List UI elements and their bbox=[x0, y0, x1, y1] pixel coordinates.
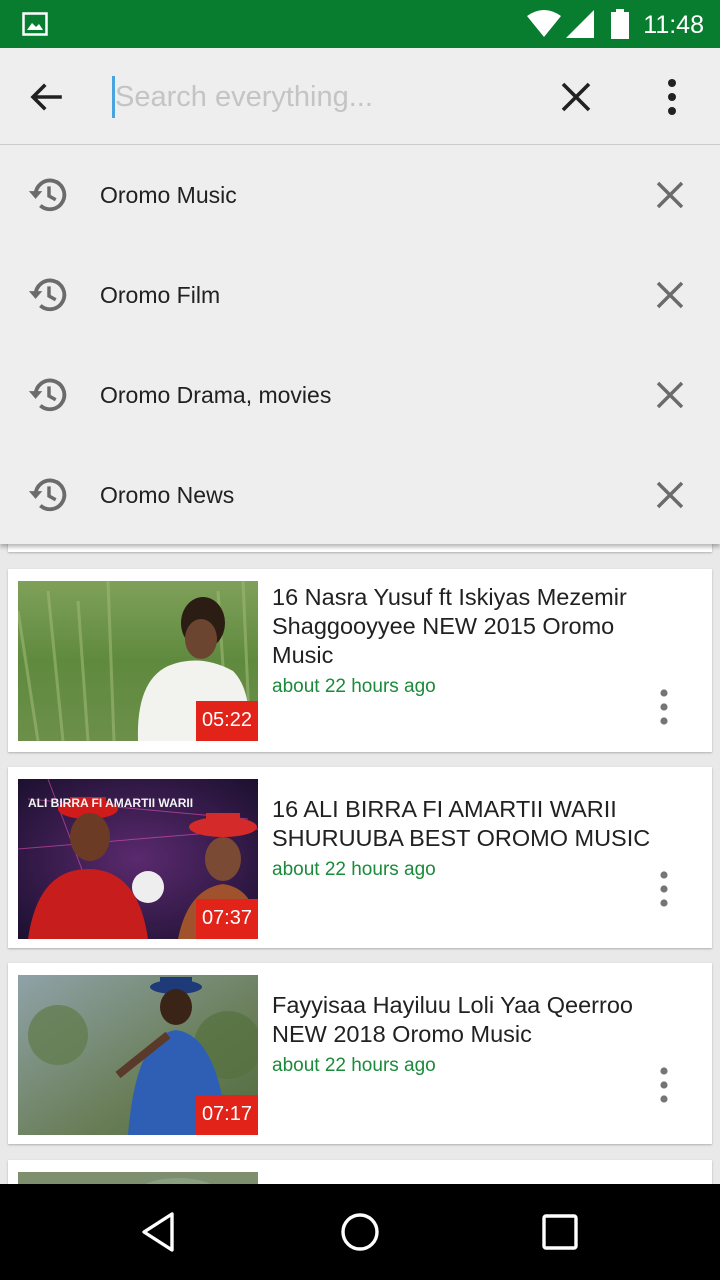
remove-suggestion-icon[interactable] bbox=[646, 471, 694, 519]
video-thumbnail[interactable]: ALI BIRRA FI AMARTII WARII 07:37 bbox=[18, 779, 258, 939]
suggestion-item[interactable]: Oromo News bbox=[0, 445, 720, 545]
suggestion-label: Oromo Film bbox=[100, 282, 221, 308]
history-icon bbox=[28, 278, 67, 312]
video-title[interactable]: Fayyisaa Hayiluu Loli Yaa Qeerroo NEW 20… bbox=[272, 991, 672, 1049]
duration-badge: 07:17 bbox=[195, 1095, 258, 1135]
remove-suggestion-icon[interactable] bbox=[646, 271, 694, 319]
video-title[interactable]: 16 ALI BIRRA FI AMARTII WARII SHURUUBA B… bbox=[272, 795, 672, 853]
more-options-icon[interactable] bbox=[646, 687, 682, 727]
battery-icon bbox=[611, 9, 629, 39]
back-arrow-icon[interactable] bbox=[22, 73, 70, 121]
suggestion-label: Oromo Drama, movies bbox=[100, 382, 332, 408]
suggestion-label: Oromo Music bbox=[100, 182, 237, 208]
video-timestamp: about 22 hours ago bbox=[272, 676, 436, 697]
duration-badge: 07:37 bbox=[195, 899, 258, 939]
overflow-menu-icon[interactable] bbox=[648, 73, 696, 121]
history-icon bbox=[28, 378, 67, 412]
status-clock: 11:48 bbox=[643, 11, 704, 39]
video-card[interactable]: ALI BIRRA FI AMARTII WARII 07:37 16 ALI … bbox=[8, 767, 712, 948]
suggestion-item[interactable]: Oromo Music bbox=[0, 145, 720, 245]
wifi-icon bbox=[527, 10, 561, 37]
thumbnail-caption: ALI BIRRA FI AMARTII WARII bbox=[28, 796, 193, 810]
video-thumbnail[interactable]: 05:22 bbox=[18, 581, 258, 741]
search-toolbar bbox=[0, 48, 720, 145]
remove-suggestion-icon[interactable] bbox=[646, 171, 694, 219]
video-card[interactable]: 05:22 16 Nasra Yusuf ft Iskiyas Mezemir … bbox=[8, 569, 712, 752]
video-timestamp: about 22 hours ago bbox=[272, 1055, 436, 1076]
video-title[interactable]: 16 Nasra Yusuf ft Iskiyas Mezemir Shaggo… bbox=[272, 583, 672, 670]
more-options-icon[interactable] bbox=[646, 869, 682, 909]
nav-home-icon[interactable] bbox=[336, 1208, 384, 1256]
suggestion-item[interactable]: Oromo Film bbox=[0, 245, 720, 345]
clear-search-icon[interactable] bbox=[552, 73, 600, 121]
status-bar: 11:48 bbox=[0, 0, 720, 48]
search-suggestions: Oromo Music Oromo Film Oromo Drama, movi… bbox=[0, 145, 720, 544]
suggestion-item[interactable]: Oromo Drama, movies bbox=[0, 345, 720, 445]
duration-badge: 05:22 bbox=[195, 701, 258, 741]
nav-back-icon[interactable] bbox=[136, 1208, 184, 1256]
video-timestamp: about 22 hours ago bbox=[272, 859, 436, 880]
search-input[interactable] bbox=[112, 76, 512, 118]
history-icon bbox=[28, 178, 67, 212]
suggestion-label: Oromo News bbox=[100, 482, 235, 508]
history-icon bbox=[28, 478, 67, 512]
more-options-icon[interactable] bbox=[646, 1065, 682, 1105]
image-notification-icon bbox=[22, 12, 48, 36]
nav-recents-icon[interactable] bbox=[536, 1208, 584, 1256]
video-card[interactable]: 07:17 Fayyisaa Hayiluu Loli Yaa Qeerroo … bbox=[8, 963, 712, 1144]
signal-icon bbox=[566, 10, 594, 38]
video-thumbnail[interactable]: 07:17 bbox=[18, 975, 258, 1135]
navigation-bar bbox=[0, 1184, 720, 1280]
remove-suggestion-icon[interactable] bbox=[646, 371, 694, 419]
